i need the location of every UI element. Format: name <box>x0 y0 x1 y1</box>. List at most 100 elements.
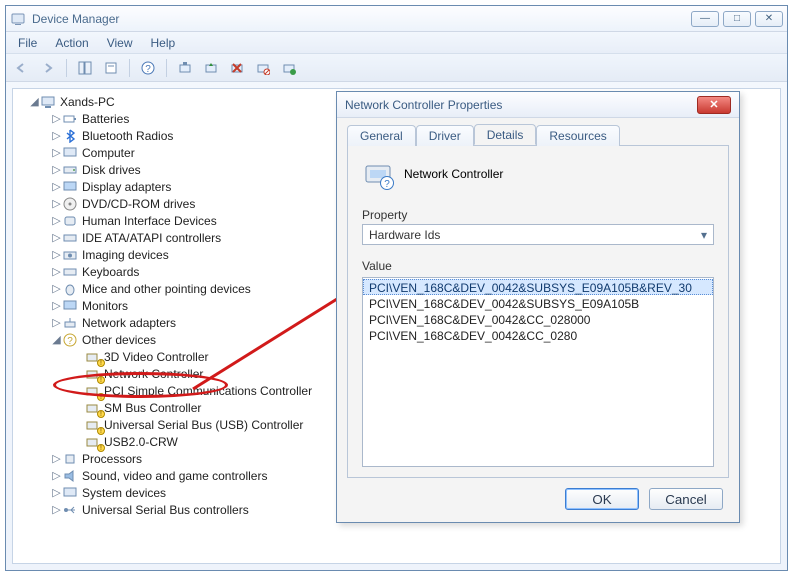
value-label: Value <box>362 259 714 273</box>
update-driver-button[interactable] <box>199 57 223 79</box>
expand-icon[interactable]: ▷ <box>51 452 62 465</box>
ok-button[interactable]: OK <box>565 488 639 510</box>
expand-icon[interactable]: ▷ <box>51 299 62 312</box>
tab-driver[interactable]: Driver <box>416 125 474 146</box>
unknown-device-icon: ! <box>84 400 100 416</box>
tree-item-label: Processors <box>82 452 142 466</box>
close-button[interactable]: ✕ <box>755 11 783 27</box>
menu-view[interactable]: View <box>99 34 141 52</box>
sound-icon <box>62 468 78 484</box>
dvd-icon <box>62 196 78 212</box>
tab-details[interactable]: Details <box>474 124 537 145</box>
maximize-button[interactable]: □ <box>723 11 751 27</box>
expand-icon[interactable]: ▷ <box>51 316 62 329</box>
mouse-icon <box>62 281 78 297</box>
display-icon <box>62 179 78 195</box>
system-icon <box>62 485 78 501</box>
keyboard-icon <box>62 264 78 280</box>
expand-icon[interactable]: ▷ <box>51 146 62 159</box>
back-button[interactable] <box>10 57 34 79</box>
tree-item-label: Universal Serial Bus controllers <box>82 503 249 517</box>
tree-root-label: Xands-PC <box>60 95 115 109</box>
svg-text:?: ? <box>67 336 73 347</box>
expand-icon[interactable]: ▷ <box>51 163 62 176</box>
tree-item-label: Imaging devices <box>82 248 169 262</box>
tree-item-label: SM Bus Controller <box>104 401 201 415</box>
menu-help[interactable]: Help <box>143 34 184 52</box>
device-header: ? Network Controller <box>362 158 714 190</box>
property-combo-value: Hardware Ids <box>369 228 440 242</box>
tab-panel-details: ? Network Controller Property Hardware I… <box>347 146 729 478</box>
tree-item-label: Network adapters <box>82 316 176 330</box>
expand-icon[interactable]: ▷ <box>51 282 62 295</box>
tree-item-label: Disk drives <box>82 163 141 177</box>
device-large-icon: ? <box>362 158 394 190</box>
expand-icon[interactable]: ▷ <box>51 486 62 499</box>
expand-icon[interactable]: ▷ <box>51 129 62 142</box>
cpu-icon <box>62 451 78 467</box>
property-label: Property <box>362 208 714 222</box>
tree-item-label: Network Controller <box>104 367 203 381</box>
value-listbox[interactable]: PCI\VEN_168C&DEV_0042&SUBSYS_E09A105B&RE… <box>362 277 714 467</box>
ide-icon <box>62 230 78 246</box>
collapse-icon[interactable]: ◢ <box>29 95 40 108</box>
list-item[interactable]: PCI\VEN_168C&DEV_0042&SUBSYS_E09A105B <box>363 295 713 311</box>
tree-item-label: Display adapters <box>82 180 171 194</box>
expand-icon[interactable]: ▷ <box>51 197 62 210</box>
unknown-device-icon: ! <box>84 383 100 399</box>
expand-icon[interactable]: ▷ <box>51 469 62 482</box>
battery-icon <box>62 111 78 127</box>
minimize-button[interactable]: ― <box>691 11 719 27</box>
camera-icon <box>62 247 78 263</box>
expand-icon[interactable]: ▷ <box>51 214 62 227</box>
window-controls: ― □ ✕ <box>691 11 783 27</box>
forward-button[interactable] <box>36 57 60 79</box>
scan-hardware-button[interactable] <box>173 57 197 79</box>
svg-text:?: ? <box>145 64 151 75</box>
help-toolbar-button[interactable]: ? <box>136 57 160 79</box>
disable-button[interactable] <box>251 57 275 79</box>
list-item[interactable]: PCI\VEN_168C&DEV_0042&SUBSYS_E09A105B&RE… <box>363 279 713 295</box>
disk-icon <box>62 162 78 178</box>
properties-toolbar-button[interactable] <box>99 57 123 79</box>
enable-button[interactable] <box>277 57 301 79</box>
menu-action[interactable]: Action <box>47 34 96 52</box>
chevron-down-icon: ▾ <box>701 228 707 242</box>
usb-icon <box>62 502 78 518</box>
tab-resources[interactable]: Resources <box>536 125 619 146</box>
dialog-titlebar: Network Controller Properties ✕ <box>337 92 739 118</box>
tree-item-label: Bluetooth Radios <box>82 129 173 143</box>
svg-text:?: ? <box>384 179 390 190</box>
uninstall-button[interactable] <box>225 57 249 79</box>
network-icon <box>62 315 78 331</box>
show-hide-tree-button[interactable] <box>73 57 97 79</box>
tree-item-label: Keyboards <box>82 265 139 279</box>
dialog-tabs: General Driver Details Resources <box>347 124 729 146</box>
tree-item-label: System devices <box>82 486 166 500</box>
tab-general[interactable]: General <box>347 125 416 146</box>
tree-item-label: Monitors <box>82 299 128 313</box>
tree-item-label: Computer <box>82 146 135 160</box>
unknown-device-icon: ! <box>84 417 100 433</box>
expand-icon[interactable]: ▷ <box>51 265 62 278</box>
expand-icon[interactable]: ▷ <box>51 503 62 516</box>
toolbar: ? <box>6 54 787 82</box>
expand-icon[interactable]: ▷ <box>51 248 62 261</box>
property-combo[interactable]: Hardware Ids ▾ <box>362 224 714 245</box>
expand-icon[interactable]: ▷ <box>51 231 62 244</box>
cancel-button[interactable]: Cancel <box>649 488 723 510</box>
app-icon <box>10 11 26 27</box>
tree-item-label: DVD/CD-ROM drives <box>82 197 195 211</box>
list-item[interactable]: PCI\VEN_168C&DEV_0042&CC_0280 <box>363 327 713 343</box>
menu-file[interactable]: File <box>10 34 45 52</box>
dialog-buttons: OK Cancel <box>347 478 729 512</box>
tree-item-label: 3D Video Controller <box>104 350 209 364</box>
collapse-icon[interactable]: ◢ <box>51 333 62 346</box>
tree-item-label: Sound, video and game controllers <box>82 469 267 483</box>
expand-icon[interactable]: ▷ <box>51 180 62 193</box>
dialog-close-button[interactable]: ✕ <box>697 96 731 114</box>
warning-badge-icon: ! <box>97 444 105 452</box>
tree-item-label: Mice and other pointing devices <box>82 282 251 296</box>
expand-icon[interactable]: ▷ <box>51 112 62 125</box>
list-item[interactable]: PCI\VEN_168C&DEV_0042&CC_028000 <box>363 311 713 327</box>
